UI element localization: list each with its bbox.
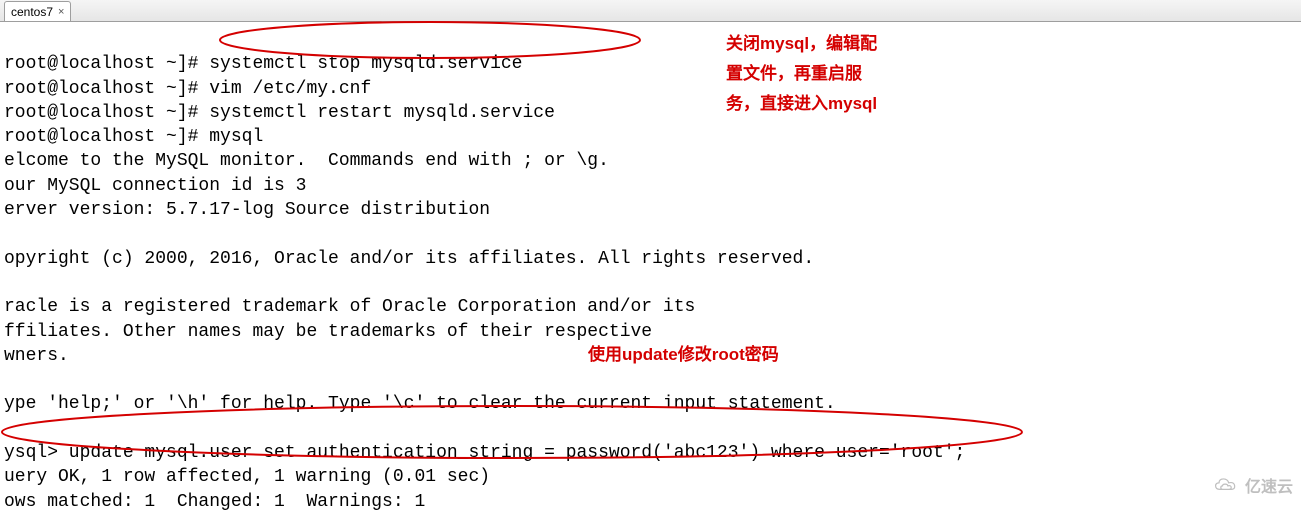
terminal-output[interactable]: root@localhost ~]# systemctl stop mysqld… — [0, 22, 1301, 518]
tab-title: centos7 — [11, 5, 53, 19]
cloud-icon — [1213, 476, 1239, 494]
annotation-line: 务，直接进入mysql — [726, 89, 877, 119]
close-icon[interactable]: × — [58, 6, 64, 18]
terminal-line: erver version: 5.7.17-log Source distrib… — [4, 200, 490, 220]
annotation-line: 置文件，再重启服 — [726, 59, 877, 89]
terminal-line: root@localhost ~]# systemctl restart mys… — [4, 103, 555, 123]
terminal-line: opyright (c) 2000, 2016, Oracle and/or i… — [4, 249, 814, 269]
terminal-line: uery OK, 1 row affected, 1 warning (0.01… — [4, 467, 490, 487]
tab-bar: centos7 × — [0, 0, 1301, 22]
terminal-line: ype 'help;' or '\h' for help. Type '\c' … — [4, 394, 836, 414]
watermark: 亿速云 — [1213, 473, 1293, 497]
terminal-line: ows matched: 1 Changed: 1 Warnings: 1 — [4, 492, 425, 512]
terminal-line: racle is a registered trademark of Oracl… — [4, 297, 695, 317]
annotation-comment-2: 使用update修改root密码 — [588, 340, 779, 370]
terminal-line: ysql> update mysql.user set authenticati… — [4, 443, 965, 463]
terminal-line: our MySQL connection id is 3 — [4, 176, 306, 196]
terminal-line: wners. — [4, 346, 69, 366]
watermark-text: 亿速云 — [1245, 473, 1293, 497]
terminal-line: root@localhost ~]# systemctl stop mysqld… — [4, 54, 522, 74]
annotation-comment-1: 关闭mysql，编辑配 置文件，再重启服 务，直接进入mysql — [726, 29, 877, 118]
terminal-line: root@localhost ~]# mysql — [4, 127, 263, 147]
terminal-line: ffiliates. Other names may be trademarks… — [4, 322, 652, 342]
annotation-line: 关闭mysql，编辑配 — [726, 29, 877, 59]
terminal-line: root@localhost ~]# vim /etc/my.cnf — [4, 79, 371, 99]
tab-centos7[interactable]: centos7 × — [4, 1, 71, 21]
terminal-line: elcome to the MySQL monitor. Commands en… — [4, 151, 609, 171]
